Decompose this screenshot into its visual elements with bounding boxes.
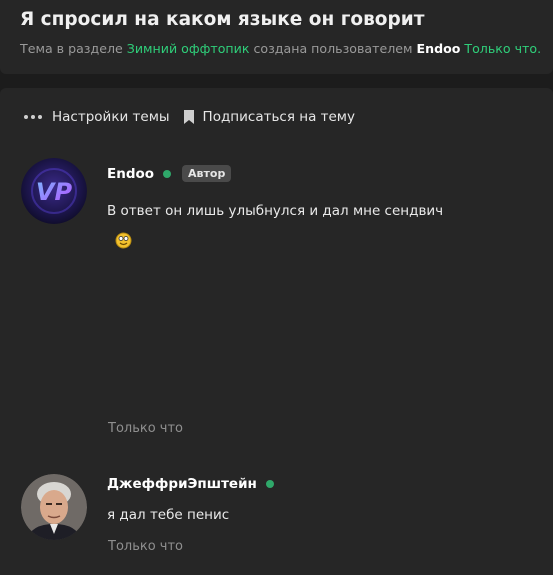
avatar-logo-text: VP (36, 178, 73, 206)
smiley-emoji (115, 232, 132, 249)
thread-settings-button[interactable]: Настройки темы (24, 109, 170, 125)
author-badge: Автор (182, 165, 232, 182)
online-indicator (265, 480, 274, 488)
subscribe-label: Подписаться на тему (202, 109, 355, 125)
more-dots-icon (24, 115, 42, 119)
meta-prefix: Тема в разделе (20, 41, 127, 56)
online-indicator (163, 169, 172, 178)
author-link[interactable]: Endoo (417, 41, 461, 56)
bookmark-icon (183, 110, 194, 124)
thread-meta: Тема в разделе Зимний оффтопик создана п… (20, 41, 541, 56)
thread-time-link[interactable]: Только что. (464, 41, 541, 56)
thread-settings-label: Настройки темы (52, 109, 170, 125)
thread-title: Я спросил на каком языке он говорит (20, 9, 425, 30)
post-message: В ответ он лишь улыбнулся и дал мне сенд… (107, 203, 444, 219)
subscribe-button[interactable]: Подписаться на тему (170, 109, 355, 125)
username-link[interactable]: Endoo (107, 166, 154, 182)
section-link[interactable]: Зимний оффтопик (127, 41, 250, 56)
meta-middle: создана пользователем (249, 41, 417, 56)
post-message: я дал тебе пенис (107, 507, 230, 523)
username-link[interactable]: ДжеффриЭпштейн (107, 476, 257, 492)
post-author-line: Endoo Автор (107, 165, 232, 182)
post-author-line: ДжеффриЭпштейн (107, 476, 274, 492)
post-time-link[interactable]: Только что (108, 539, 183, 554)
thread-toolbar: Настройки темы Подписаться на тему (24, 107, 355, 127)
post-time-link[interactable]: Только что (108, 421, 183, 436)
avatar[interactable] (21, 474, 87, 540)
avatar[interactable]: VP (21, 158, 87, 224)
thread-header: Я спросил на каком языке он говорит Тема… (0, 0, 553, 74)
